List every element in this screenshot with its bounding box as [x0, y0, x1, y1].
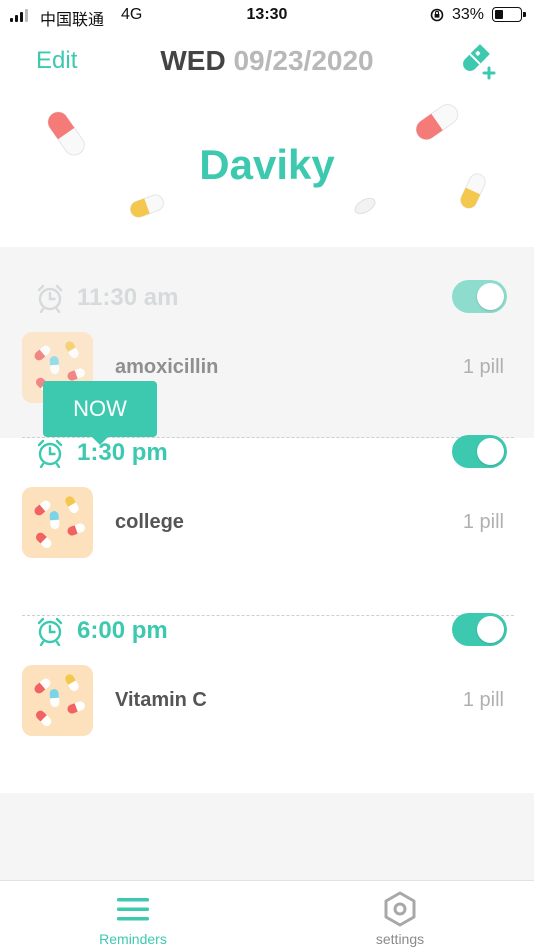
hero-banner: Daviky: [0, 95, 534, 245]
reminder-group: 6:00 pm Vitamin C 1 pill: [0, 613, 534, 794]
app-screen: 中国联通 4G 13:30 33% Edit WED 09/23/2020 Da…: [0, 0, 534, 950]
tab-bar: Reminders settings: [0, 880, 534, 950]
alarm-clock-icon: [35, 438, 65, 469]
user-name: Daviky: [199, 141, 335, 188]
pill-decoration-icon: [415, 104, 459, 140]
alarm-clock-icon: [35, 283, 65, 314]
status-bar: 中国联通 4G 13:30 33%: [0, 0, 534, 32]
reminder-toggle[interactable]: [452, 280, 507, 313]
battery-icon: [492, 7, 526, 22]
tab-reminders-label: Reminders: [99, 931, 167, 947]
now-badge: NOW: [43, 381, 157, 445]
date-label: 09/23/2020: [233, 45, 374, 76]
medication-name[interactable]: college: [115, 511, 184, 534]
medication-dose: 1 pill: [462, 689, 504, 711]
reminder-list: 11:30 am amoxicillin 1 pill 1:30 pm colle…: [0, 247, 534, 794]
reminder-time-row: 11:30 am: [0, 247, 534, 314]
reminder-time: 1:30 pm: [77, 439, 168, 466]
menu-icon: [117, 898, 149, 921]
alarm-clock-icon: [35, 616, 65, 647]
medication-name[interactable]: amoxicillin: [115, 356, 218, 379]
medication-image[interactable]: [22, 487, 93, 558]
orientation-lock-icon: [430, 8, 444, 22]
pill-decoration-icon: [354, 197, 376, 215]
medication-dose: 1 pill: [462, 356, 504, 378]
date-title: WED 09/23/2020: [0, 45, 534, 77]
hexagon-settings-icon: [384, 891, 416, 927]
medication-image[interactable]: [22, 665, 93, 736]
pill-decoration-icon: [130, 194, 164, 218]
reminder-time: 11:30 am: [77, 284, 179, 311]
reminder-time: 6:00 pm: [77, 617, 168, 644]
weekday-label: WED: [160, 45, 226, 76]
tab-settings[interactable]: settings: [300, 881, 500, 950]
add-pill-icon[interactable]: [458, 40, 498, 80]
tab-reminders[interactable]: Reminders: [33, 881, 233, 950]
medication-dose: 1 pill: [462, 511, 504, 533]
tab-settings-label: settings: [375, 931, 425, 947]
list-footer-space: [0, 793, 534, 880]
reminder-toggle[interactable]: [452, 435, 507, 468]
reminder-toggle[interactable]: [452, 613, 507, 646]
battery-percent: 33%: [452, 6, 485, 23]
medication-name[interactable]: Vitamin C: [115, 689, 207, 712]
reminder-group: 1:30 pm college 1 pill: [0, 435, 534, 616]
